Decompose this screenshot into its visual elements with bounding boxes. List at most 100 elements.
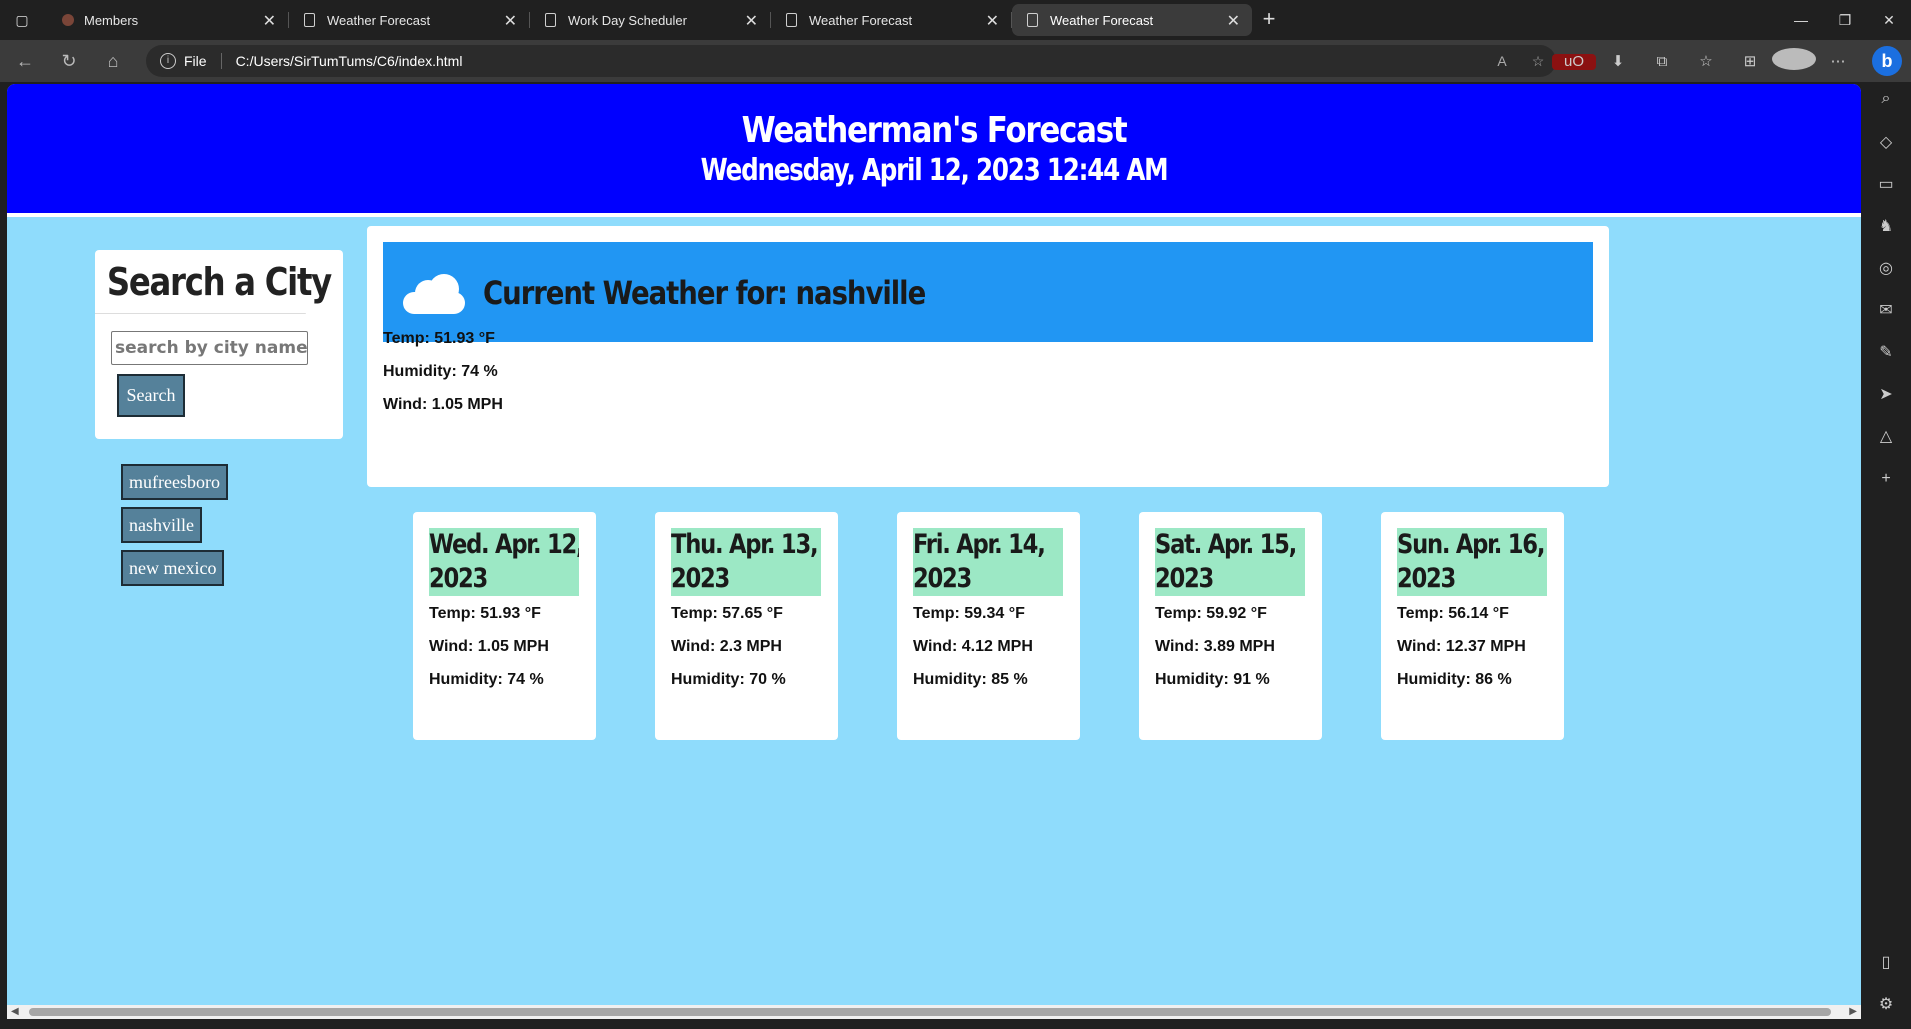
current-wind: Wind: 1.05 MPH [383, 396, 503, 413]
forecast-temp: Temp: 59.92 °F [1155, 605, 1267, 622]
search-history: mufreesboro nashville new mexico [121, 464, 228, 593]
forecast-date: Wed. Apr. 12, 2023 [429, 528, 579, 596]
history-button-mufreesboro[interactable]: mufreesboro [121, 464, 228, 500]
office-icon[interactable]: ◎ [1861, 258, 1911, 278]
current-weather-header: Current Weather for: nashville [383, 242, 1593, 342]
forecast-date-year: 2023 [913, 563, 972, 594]
horizontal-scrollbar[interactable]: ◀ ▶ [7, 1005, 1861, 1019]
forecast-wind: Wind: 1.05 MPH [429, 638, 549, 655]
telegram-icon[interactable]: ➤ [1861, 384, 1911, 404]
forecast-wind: Wind: 4.12 MPH [913, 638, 1033, 655]
edge-sidebar: ⌕ ◇ ▭ ♞ ◎ ✉ ✎ ➤ △ + ▯ ⚙ [1861, 82, 1911, 1029]
forecast-card: Sat. Apr. 15, 2023 Temp: 59.92 °F Wind: … [1139, 512, 1322, 740]
favorite-star-icon[interactable]: ☆ [1520, 53, 1556, 70]
forecast-date-line: Sat. Apr. 15, [1155, 529, 1297, 560]
city-search-input[interactable] [111, 331, 308, 365]
tab-strip: Members ✕ Weather Forecast ✕ Work Day Sc… [48, 4, 1285, 40]
tools-icon[interactable]: ▭ [1861, 174, 1911, 194]
current-weather-heading: Current Weather for: nashville [483, 274, 926, 312]
drop-icon[interactable]: △ [1861, 426, 1911, 446]
forecast-wind: Wind: 3.89 MPH [1155, 638, 1275, 655]
minimize-icon[interactable]: — [1779, 0, 1823, 40]
close-icon[interactable]: ✕ [745, 11, 758, 31]
url-text[interactable]: C:/Users/SirTumTums/C6/index.html [236, 53, 463, 69]
page-icon [545, 13, 556, 27]
tab-work-day-scheduler[interactable]: Work Day Scheduler ✕ [530, 4, 771, 36]
scrollbar-thumb[interactable] [29, 1008, 1831, 1016]
browser-window: ▢ Members ✕ Weather Forecast ✕ Work Day … [0, 0, 1911, 1029]
read-aloud-icon[interactable]: A [1484, 53, 1520, 69]
forecast-date-year: 2023 [671, 563, 730, 594]
current-datetime: Wednesday, April 12, 2023 12:44 AM [700, 153, 1169, 188]
forecast-date: Fri. Apr. 14, 2023 [913, 528, 1063, 596]
extensions-icon[interactable]: ⧉ [1640, 53, 1684, 70]
profile-avatar[interactable] [1772, 48, 1816, 74]
tab-weather-forecast-active[interactable]: Weather Forecast ✕ [1012, 4, 1252, 36]
tab-title: Work Day Scheduler [568, 12, 687, 28]
address-bar-icons: A ☆ [1484, 45, 1556, 77]
forecast-wind: Wind: 12.37 MPH [1397, 638, 1526, 655]
forecast-card: Thu. Apr. 13, 2023 Temp: 57.65 °F Wind: … [655, 512, 838, 740]
page-viewport: Weatherman's Forecast Wednesday, April 1… [7, 84, 1861, 1019]
forecast-date-line: Thu. Apr. 13, [671, 529, 819, 560]
designer-icon[interactable]: ✎ [1861, 342, 1911, 362]
divider [220, 53, 222, 69]
close-icon[interactable]: ✕ [504, 11, 517, 31]
forecast-date-line: Sun. Apr. 16, [1397, 529, 1545, 560]
forecast-date-year: 2023 [1155, 563, 1214, 594]
scroll-right-icon[interactable]: ▶ [1849, 1005, 1857, 1019]
info-icon[interactable]: i [160, 53, 176, 69]
window-close-icon[interactable]: ✕ [1867, 0, 1911, 40]
forecast-temp: Temp: 57.65 °F [671, 605, 783, 622]
settings-icon[interactable]: ⚙ [1861, 994, 1911, 1014]
forecast-temp: Temp: 56.14 °F [1397, 605, 1509, 622]
tab-weather-forecast-2[interactable]: Weather Forecast ✕ [771, 4, 1012, 36]
scroll-left-icon[interactable]: ◀ [11, 1005, 19, 1019]
current-weather-card: Current Weather for: nashville Temp: 51.… [367, 226, 1609, 487]
shopping-tag-icon[interactable]: ◇ [1861, 132, 1911, 152]
forecast-date: Thu. Apr. 13, 2023 [671, 528, 821, 596]
close-icon[interactable]: ✕ [1227, 11, 1240, 31]
restore-icon[interactable]: ❐ [1823, 0, 1867, 40]
new-tab-button[interactable]: + [1253, 4, 1285, 36]
sidebar-toggle-icon[interactable]: ▯ [1861, 952, 1911, 972]
download-ext-icon[interactable]: ⬇ [1596, 52, 1640, 70]
forecast-date-line: Wed. Apr. 12, [429, 529, 579, 560]
history-button-nashville[interactable]: nashville [121, 507, 202, 543]
collections-icon[interactable]: ⊞ [1728, 52, 1772, 70]
address-bar[interactable]: i File C:/Users/SirTumTums/C6/index.html… [146, 45, 1556, 77]
refresh-icon[interactable]: ↻ [56, 48, 82, 74]
current-temp: Temp: 51.93 °F [383, 330, 495, 347]
page-title: Weatherman's Forecast [741, 110, 1128, 151]
games-icon[interactable]: ♞ [1861, 216, 1911, 236]
forecast-humidity: Humidity: 70 % [671, 671, 786, 688]
forecast-date-year: 2023 [429, 563, 488, 594]
home-icon[interactable]: ⌂ [100, 48, 126, 74]
add-icon[interactable]: + [1861, 470, 1911, 488]
history-button-new-mexico[interactable]: new mexico [121, 550, 225, 586]
bing-copilot-icon[interactable]: b [1872, 46, 1902, 76]
cloud-icon [403, 274, 467, 314]
ublock-icon[interactable]: uO [1552, 53, 1596, 70]
forecast-card: Fri. Apr. 14, 2023 Temp: 59.34 °F Wind: … [897, 512, 1080, 740]
tab-actions-icon[interactable]: ▢ [12, 10, 32, 30]
forecast-date-year: 2023 [1397, 563, 1456, 594]
search-button[interactable]: Search [117, 374, 185, 417]
favicon-dot-icon [62, 14, 74, 26]
page-icon [304, 13, 315, 27]
forecast-temp: Temp: 51.93 °F [429, 605, 541, 622]
favorites-icon[interactable]: ☆ [1684, 52, 1728, 70]
page-header: Weatherman's Forecast Wednesday, April 1… [7, 84, 1861, 217]
forecast-temp: Temp: 59.34 °F [913, 605, 1025, 622]
forecast-humidity: Humidity: 74 % [429, 671, 544, 688]
close-icon[interactable]: ✕ [263, 11, 276, 31]
tab-members[interactable]: Members ✕ [48, 4, 289, 36]
toolbar-extensions: uO ⬇ ⧉ ☆ ⊞ ⋯ [1552, 46, 1860, 76]
tab-weather-forecast-1[interactable]: Weather Forecast ✕ [289, 4, 530, 36]
search-icon[interactable]: ⌕ [1861, 90, 1911, 108]
forecast-card: Wed. Apr. 12, 2023 Temp: 51.93 °F Wind: … [413, 512, 596, 740]
close-icon[interactable]: ✕ [986, 11, 999, 31]
back-icon[interactable]: ← [12, 48, 38, 74]
more-icon[interactable]: ⋯ [1816, 52, 1860, 70]
outlook-icon[interactable]: ✉ [1861, 300, 1911, 320]
